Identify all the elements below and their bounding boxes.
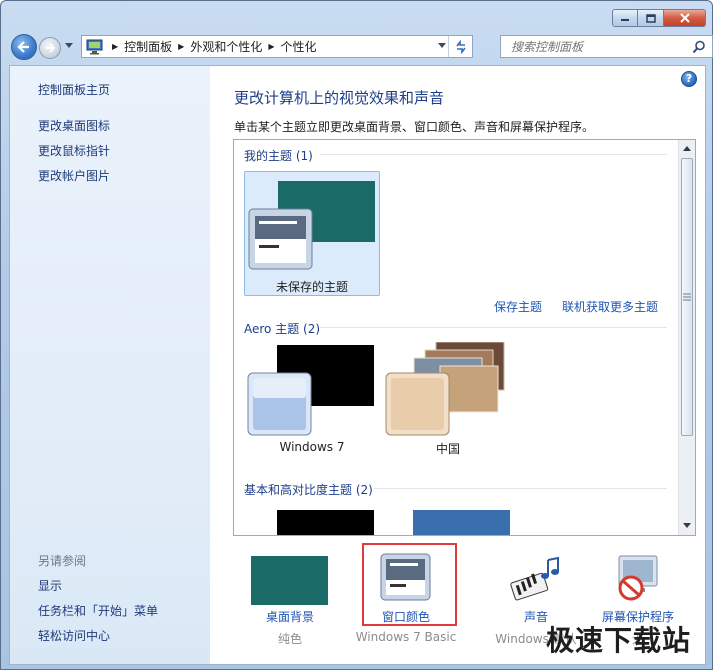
grip-icon xyxy=(683,293,691,301)
see-also-heading: 另请参阅 xyxy=(38,554,87,568)
minimize-icon xyxy=(621,19,629,21)
group-divider xyxy=(320,327,667,328)
scroll-down-button[interactable] xyxy=(679,517,695,534)
change-desktop-icons-link[interactable]: 更改桌面图标 xyxy=(38,117,110,134)
title-bar xyxy=(1,1,712,31)
maximize-button[interactable] xyxy=(638,9,664,27)
recent-pages-dropdown-icon[interactable] xyxy=(65,43,73,49)
group-divider xyxy=(374,488,667,489)
left-task-pane: 控制面板主页 更改桌面图标 更改鼠标指针 更改帐户图片 另请参阅 显示 任务栏和… xyxy=(10,66,210,664)
address-dropdown-icon[interactable] xyxy=(438,43,446,49)
content-area: 控制面板主页 更改桌面图标 更改鼠标指针 更改帐户图片 另请参阅 显示 任务栏和… xyxy=(9,65,706,665)
basic-theme-preview[interactable] xyxy=(413,510,510,535)
theme-china[interactable]: 中国 xyxy=(380,342,516,467)
change-mouse-pointers-link[interactable]: 更改鼠标指针 xyxy=(38,142,110,159)
minimize-button[interactable] xyxy=(612,9,638,27)
caption-buttons xyxy=(612,9,706,27)
breadcrumb-separator[interactable]: ▶ xyxy=(268,42,274,51)
my-themes-group-heading: 我的主题 (1) xyxy=(244,149,313,163)
chevron-down-icon xyxy=(683,523,691,528)
back-button[interactable] xyxy=(11,34,37,60)
ease-of-access-link[interactable]: 轻松访问中心 xyxy=(38,627,110,644)
unsaved-theme-preview xyxy=(248,181,375,270)
desktop-background-value: 纯色 xyxy=(277,632,302,646)
unsaved-theme-label: 未保存的主题 xyxy=(275,280,348,294)
breadcrumb-separator[interactable]: ▶ xyxy=(178,42,184,51)
back-arrow-icon xyxy=(17,41,29,53)
breadcrumb-appearance[interactable]: 外观和个性化 xyxy=(190,38,262,55)
breadcrumb-personalization[interactable]: 个性化 xyxy=(281,38,317,55)
theme-windows-7[interactable]: Windows 7 xyxy=(244,342,380,467)
screensaver-icon xyxy=(618,555,658,601)
window-frame: ▶ 控制面板 ▶ 外观和个性化 ▶ 个性化 控制面板主页 更改桌面图标 更改鼠标… xyxy=(0,0,713,670)
desktop-background-icon xyxy=(251,556,328,605)
desktop-background-label: 桌面背景 xyxy=(265,610,314,624)
save-theme-link[interactable]: 保存主题 xyxy=(494,298,542,315)
windows7-theme-preview xyxy=(247,345,374,436)
close-icon xyxy=(679,13,690,23)
desktop-background-setting[interactable]: 桌面背景 纯色 xyxy=(230,538,350,658)
maximize-icon xyxy=(645,13,656,23)
sound-icon xyxy=(510,556,559,601)
close-button[interactable] xyxy=(664,9,706,27)
breadcrumb-separator[interactable]: ▶ xyxy=(112,42,118,51)
search-icon[interactable] xyxy=(692,40,706,54)
display-link[interactable]: 显示 xyxy=(38,577,62,594)
scroll-up-button[interactable] xyxy=(679,140,695,157)
control-panel-icon xyxy=(84,37,106,56)
highlight-box xyxy=(362,543,457,626)
basic-theme-preview[interactable] xyxy=(277,510,374,535)
aero-themes-group-heading: Aero 主题 (2) xyxy=(244,322,321,336)
group-divider xyxy=(320,154,667,155)
change-account-picture-link[interactable]: 更改帐户图片 xyxy=(38,167,110,184)
theme-list[interactable]: 我的主题 (1) 未保存的主题 保存主题 联机获取更多主题 Aero 主题 (2… xyxy=(233,139,696,536)
search-input[interactable] xyxy=(501,39,681,54)
get-more-themes-link[interactable]: 联机获取更多主题 xyxy=(562,298,658,315)
refresh-icon xyxy=(455,39,466,54)
navigation-row: ▶ 控制面板 ▶ 外观和个性化 ▶ 个性化 xyxy=(9,33,713,61)
page-subtitle: 单击某个主题立即更改桌面背景、窗口颜色、声音和屏幕保护程序。 xyxy=(234,120,595,134)
refresh-button[interactable] xyxy=(448,36,472,57)
china-theme-preview xyxy=(385,342,505,436)
scroll-thumb[interactable] xyxy=(681,158,693,436)
help-icon[interactable]: ? xyxy=(681,71,697,87)
chevron-up-icon xyxy=(683,146,691,151)
breadcrumb-control-panel[interactable]: 控制面板 xyxy=(124,38,172,55)
forward-button[interactable] xyxy=(39,37,61,59)
forward-arrow-icon xyxy=(45,43,56,53)
china-theme-label: 中国 xyxy=(435,442,460,456)
window-color-value: Windows 7 Basic xyxy=(355,630,457,644)
search-box[interactable] xyxy=(500,35,713,58)
theme-unsaved[interactable]: 未保存的主题 xyxy=(244,171,380,296)
address-bar[interactable]: ▶ 控制面板 ▶ 外观和个性化 ▶ 个性化 xyxy=(81,35,473,58)
site-watermark: 极速下载站 xyxy=(545,624,691,657)
theme-list-scrollbar[interactable] xyxy=(678,140,695,535)
basic-themes-group-heading: 基本和高对比度主题 (2) xyxy=(244,483,373,497)
page-title: 更改计算机上的视觉效果和声音 xyxy=(234,89,445,107)
control-panel-home-link[interactable]: 控制面板主页 xyxy=(38,81,110,98)
taskbar-start-menu-link[interactable]: 任务栏和「开始」菜单 xyxy=(38,602,158,619)
windows7-theme-label: Windows 7 xyxy=(279,440,345,454)
back-forward-group xyxy=(9,33,77,61)
